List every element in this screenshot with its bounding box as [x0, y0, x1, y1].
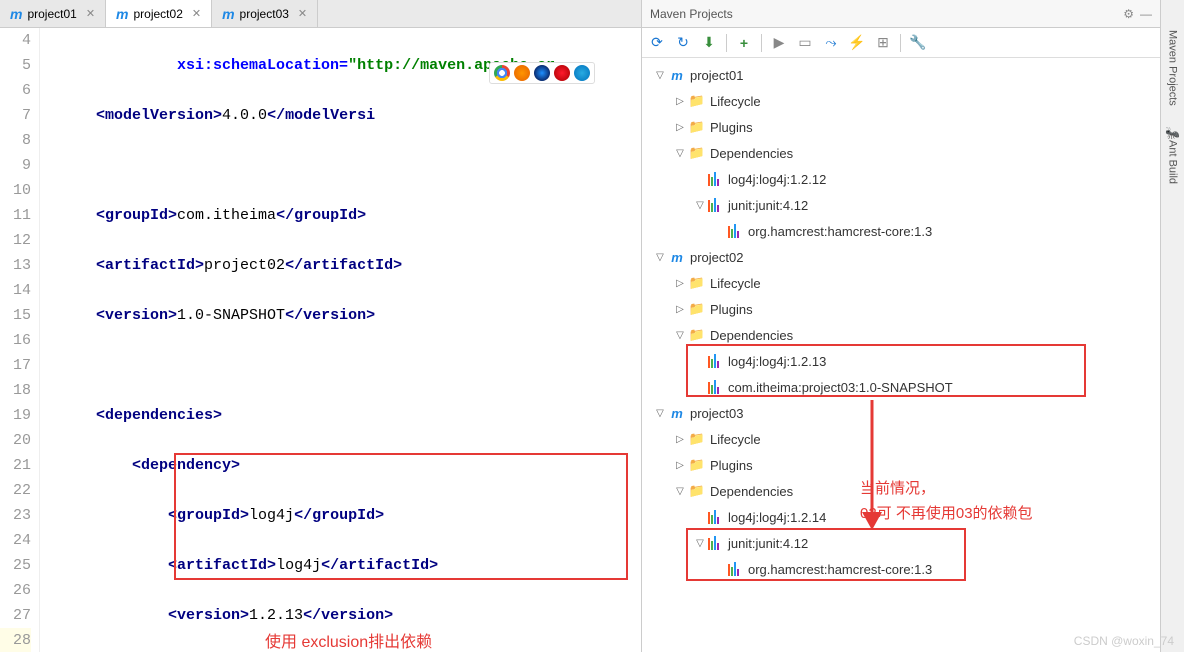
library-icon — [708, 172, 724, 186]
download-icon[interactable]: ⬇ — [700, 34, 718, 52]
maven-toolbar: ⟳ ↻ ⬇ + ▶ ▭ ⤳ ⚡ ⊞ 🔧 — [642, 28, 1160, 58]
execute-icon[interactable]: ▭ — [796, 34, 814, 52]
tab-project01[interactable]: m project01 ✕ — [0, 0, 106, 27]
library-icon — [728, 224, 744, 238]
tree-dep-hamcrest[interactable]: org.hamcrest:hamcrest-core:1.3 — [642, 218, 1160, 244]
library-icon — [728, 562, 744, 576]
gear-icon[interactable]: ⚙ — [1123, 7, 1134, 21]
run-icon[interactable]: ▶ — [770, 34, 788, 52]
ie-icon[interactable] — [574, 65, 590, 81]
tree-dep-junit[interactable]: ▽junit:junit:4.12 — [642, 192, 1160, 218]
tree-dep-hamcrest[interactable]: org.hamcrest:hamcrest-core:1.3 — [642, 556, 1160, 582]
sidebar-ant-label[interactable]: Ant Build — [1167, 140, 1179, 184]
tree-plugins[interactable]: ▷📁Plugins — [642, 452, 1160, 478]
close-icon[interactable]: ✕ — [298, 7, 307, 20]
tree-project03[interactable]: ▽mproject03 — [642, 400, 1160, 426]
tree-lifecycle[interactable]: ▷📁Lifecycle — [642, 426, 1160, 452]
tree-lifecycle[interactable]: ▷📁Lifecycle — [642, 270, 1160, 296]
opera-icon[interactable] — [554, 65, 570, 81]
tree-project01[interactable]: ▽mproject01 — [642, 62, 1160, 88]
library-icon — [708, 380, 724, 394]
tree-dependencies[interactable]: ▽📁Dependencies — [642, 322, 1160, 348]
code-content[interactable]: xsi:schemaLocation="http://maven.apache.… — [54, 28, 641, 652]
browser-icons-bar — [489, 62, 595, 84]
maven-file-icon: m — [10, 6, 22, 22]
tab-label: project01 — [27, 7, 76, 21]
maven-panel-header: Maven Projects ⚙ — — [642, 0, 1160, 28]
refresh-icon[interactable]: ↻ — [674, 34, 692, 52]
library-icon — [708, 354, 724, 368]
annotation-text-1: 使用 exclusion排出依赖 — [265, 630, 432, 652]
library-icon — [708, 510, 724, 524]
tab-project02[interactable]: m project02 ✕ — [106, 0, 212, 27]
tree-plugins[interactable]: ▷📁Plugins — [642, 114, 1160, 140]
reimport-icon[interactable]: ⟳ — [648, 34, 666, 52]
maven-panel-title: Maven Projects — [650, 7, 733, 21]
library-icon — [708, 536, 724, 550]
maven-file-icon: m — [222, 6, 234, 22]
tree-dep-junit[interactable]: ▽junit:junit:4.12 — [642, 530, 1160, 556]
minimize-icon[interactable]: — — [1140, 7, 1152, 21]
tree-lifecycle[interactable]: ▷📁Lifecycle — [642, 88, 1160, 114]
tab-project03[interactable]: m project03 ✕ — [212, 0, 318, 27]
show-deps-icon[interactable]: ⊞ — [874, 34, 892, 52]
watermark: CSDN @woxin_74 — [1074, 634, 1174, 648]
tree-dep-project03[interactable]: com.itheima:project03:1.0-SNAPSHOT — [642, 374, 1160, 400]
maven-file-icon: m — [116, 6, 128, 22]
arrow-icon — [852, 400, 892, 530]
safari-icon[interactable] — [534, 65, 550, 81]
tree-dependencies[interactable]: ▽📁Dependencies — [642, 140, 1160, 166]
add-icon[interactable]: + — [735, 34, 753, 52]
settings-icon[interactable]: 🔧 — [909, 34, 927, 52]
firefox-icon[interactable] — [514, 65, 530, 81]
tree-dep-log4j[interactable]: log4j:log4j:1.2.12 — [642, 166, 1160, 192]
tool-window-bar: Maven Projects 🐜 Ant Build — [1160, 0, 1184, 652]
line-gutter: 4567891011121314151617181920212223242526… — [0, 28, 40, 652]
offline-icon[interactable]: ⚡ — [848, 34, 866, 52]
skip-tests-icon[interactable]: ⤳ — [822, 34, 840, 52]
code-editor[interactable]: 4567891011121314151617181920212223242526… — [0, 28, 641, 652]
tree-plugins[interactable]: ▷📁Plugins — [642, 296, 1160, 322]
editor-tabs: m project01 ✕ m project02 ✕ m project03 … — [0, 0, 641, 28]
chrome-icon[interactable] — [494, 65, 510, 81]
close-icon[interactable]: ✕ — [192, 7, 201, 20]
maven-tree[interactable]: ▽mproject01 ▷📁Lifecycle ▷📁Plugins ▽📁Depe… — [642, 58, 1160, 652]
close-icon[interactable]: ✕ — [86, 7, 95, 20]
library-icon — [708, 198, 724, 212]
tree-dep-log4j[interactable]: log4j:log4j:1.2.13 — [642, 348, 1160, 374]
tab-label: project02 — [134, 7, 183, 21]
sidebar-maven-label[interactable]: Maven Projects — [1167, 30, 1179, 106]
tree-project02[interactable]: ▽mproject02 — [642, 244, 1160, 270]
tab-label: project03 — [240, 7, 289, 21]
